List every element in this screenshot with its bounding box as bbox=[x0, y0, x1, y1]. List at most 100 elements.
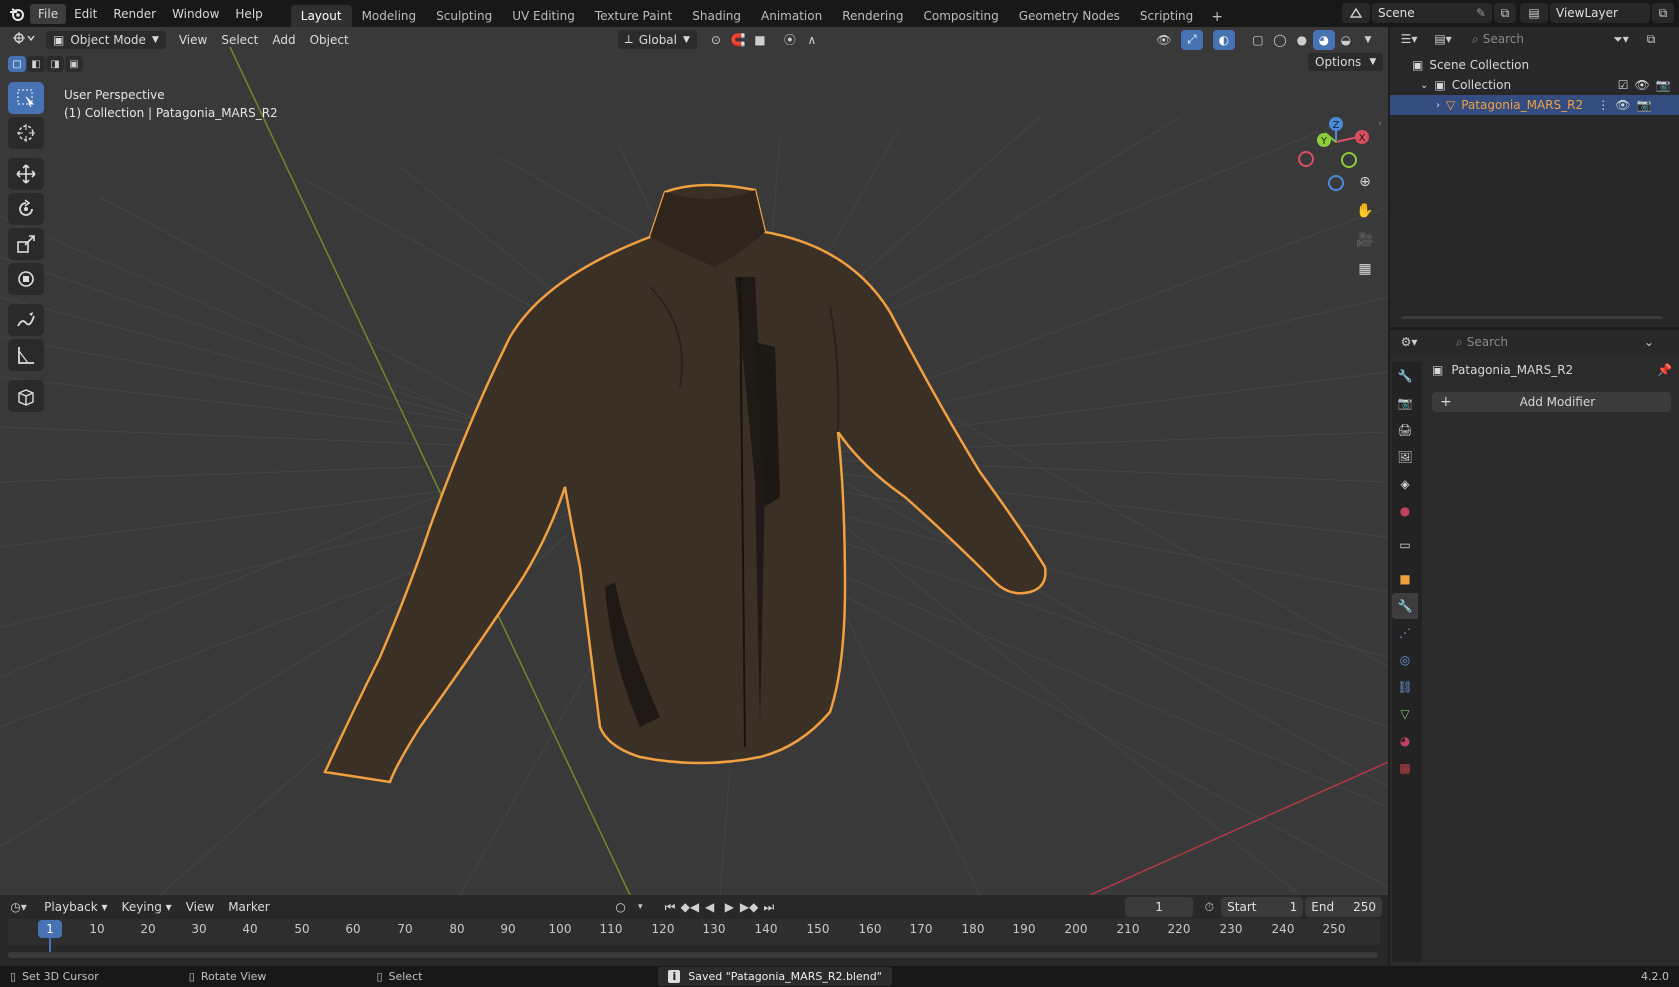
menu-view[interactable]: View bbox=[172, 31, 214, 49]
tab-sculpting[interactable]: Sculpting bbox=[426, 5, 502, 27]
outliner-search-input[interactable]: ⌕ Search bbox=[1466, 29, 1584, 49]
new-viewlayer-icon[interactable]: ⧉ bbox=[1652, 3, 1674, 23]
tab-modeling[interactable]: Modeling bbox=[352, 5, 427, 27]
xray-icon[interactable]: ▢ bbox=[1247, 30, 1269, 50]
tab-material[interactable]: ◕ bbox=[1392, 728, 1418, 754]
new-scene-icon[interactable]: ⧉ bbox=[1494, 3, 1516, 23]
display-mode-icon[interactable]: ▤▾ bbox=[1428, 29, 1458, 49]
menu-object[interactable]: Object bbox=[303, 31, 356, 49]
perspective-toggle-icon[interactable]: ▦ bbox=[1352, 256, 1378, 282]
pin-icon[interactable]: ✎ bbox=[1476, 6, 1486, 20]
select-new-icon[interactable]: ▢ bbox=[8, 56, 26, 72]
zoom-icon[interactable]: ⊕ bbox=[1352, 169, 1378, 195]
menu-file[interactable]: File bbox=[30, 3, 67, 24]
transform-tool[interactable] bbox=[8, 263, 44, 295]
outliner-scrollbar[interactable] bbox=[1402, 316, 1662, 319]
tab-scripting[interactable]: Scripting bbox=[1130, 5, 1203, 27]
menu-select[interactable]: Select bbox=[214, 31, 265, 49]
rotate-tool[interactable] bbox=[8, 193, 44, 225]
snap-icon[interactable]: 🧲 bbox=[727, 30, 749, 50]
add-workspace-button[interactable]: + bbox=[1203, 7, 1231, 27]
scene-icon[interactable] bbox=[1342, 3, 1370, 23]
gizmo-neg-x-icon[interactable] bbox=[1298, 151, 1314, 167]
tab-world[interactable]: ● bbox=[1392, 498, 1418, 524]
close-viewlayer-icon[interactable]: ✕ bbox=[1674, 3, 1679, 23]
properties-search-input[interactable]: ⌕ Search bbox=[1450, 332, 1568, 352]
tab-uv-editing[interactable]: UV Editing bbox=[502, 5, 585, 27]
gizmo-neg-z-icon[interactable] bbox=[1328, 175, 1344, 191]
tab-physics[interactable]: ◎ bbox=[1392, 647, 1418, 673]
tree-item-collection[interactable]: ⌄ ▣ Collection ☑ 👁 📷 bbox=[1390, 75, 1679, 95]
gizmo-neg-y-icon[interactable] bbox=[1341, 152, 1357, 168]
material-shading-icon[interactable]: ◕ bbox=[1312, 29, 1335, 50]
snap-target-icon[interactable]: ■ bbox=[749, 30, 771, 50]
editor-type-icon[interactable] bbox=[6, 29, 42, 50]
tab-data[interactable]: ▽ bbox=[1392, 701, 1418, 727]
new-collection-icon[interactable]: ⧉ bbox=[1640, 29, 1662, 49]
tab-layout[interactable]: Layout bbox=[290, 5, 352, 27]
viewlayer-icon[interactable]: ▤ bbox=[1520, 3, 1548, 23]
scene-name-field[interactable]: Scene ✎ bbox=[1372, 3, 1492, 23]
3d-viewport[interactable]: ▣ Object Mode ▼ View Select Add Object ⟂… bbox=[0, 27, 1388, 895]
tab-collection[interactable]: ▭ bbox=[1392, 532, 1418, 558]
select-extend-icon[interactable]: ◧ bbox=[27, 56, 45, 72]
falloff-icon[interactable]: ∧ bbox=[801, 30, 823, 50]
jacket-mesh[interactable] bbox=[323, 183, 1047, 784]
tab-shading[interactable]: Shading bbox=[682, 5, 751, 27]
add-modifier-button[interactable]: + Add Modifier bbox=[1432, 392, 1671, 412]
annotate-tool[interactable] bbox=[8, 304, 44, 336]
overlay-toggle-icon[interactable]: ◐ bbox=[1212, 29, 1235, 50]
pivot-icon[interactable]: ⊙ bbox=[705, 30, 727, 50]
chevron-down-icon[interactable]: ⌄ bbox=[1420, 80, 1428, 91]
tab-compositing[interactable]: Compositing bbox=[913, 5, 1008, 27]
solid-shading-icon[interactable]: ● bbox=[1291, 30, 1313, 50]
measure-tool[interactable] bbox=[8, 339, 44, 371]
tab-render[interactable]: 📷 bbox=[1392, 390, 1418, 416]
pin-icon[interactable]: 📌 bbox=[1657, 363, 1672, 377]
render-camera-icon[interactable]: 📷 bbox=[1656, 78, 1671, 92]
select-intersect-icon[interactable]: ▣ bbox=[65, 56, 83, 72]
gizmo-toggle-icon[interactable]: ⤢ bbox=[1180, 29, 1203, 50]
filter-icon[interactable]: ⏷▾ bbox=[1606, 29, 1636, 49]
properties-editor-type-icon[interactable]: ⚙▾ bbox=[1394, 332, 1424, 352]
scale-tool[interactable] bbox=[8, 228, 44, 260]
playhead-marker[interactable]: 1 bbox=[38, 920, 62, 938]
tree-item-scene-collection[interactable]: ▣ Scene Collection bbox=[1390, 55, 1679, 75]
rendered-shading-icon[interactable]: ◒ bbox=[1335, 30, 1357, 50]
outliner-editor-type-icon[interactable]: ☰▾ bbox=[1394, 29, 1424, 49]
tab-view-layer[interactable]: 🖼 bbox=[1392, 444, 1418, 470]
select-subtract-icon[interactable]: ◨ bbox=[46, 56, 64, 72]
tree-item-patagonia[interactable]: › ▽ Patagonia_MARS_R2 ⋮ 👁 📷 bbox=[1390, 95, 1679, 115]
tab-animation[interactable]: Animation bbox=[751, 5, 832, 27]
pan-hand-icon[interactable]: ✋ bbox=[1352, 198, 1378, 224]
timeline-scrollbar[interactable] bbox=[8, 952, 1378, 958]
select-box-tool[interactable] bbox=[8, 82, 44, 114]
tab-particles[interactable]: ⋰ bbox=[1392, 620, 1418, 646]
add-cube-tool[interactable] bbox=[8, 380, 44, 412]
tab-geometry-nodes[interactable]: Geometry Nodes bbox=[1009, 5, 1130, 27]
tab-object[interactable]: ■ bbox=[1392, 566, 1418, 592]
transform-orientation-dropdown[interactable]: ⟂ Global ▼ bbox=[617, 30, 697, 49]
exclude-checkbox[interactable]: ☑ bbox=[1618, 78, 1629, 92]
move-tool[interactable] bbox=[8, 158, 44, 190]
visibility-eye-icon[interactable]: 👁 bbox=[1635, 78, 1650, 92]
proportional-edit-icon[interactable]: ⦿ bbox=[779, 30, 801, 50]
tab-scene[interactable]: ◈ bbox=[1392, 471, 1418, 497]
shading-options-icon[interactable]: ▼ bbox=[1357, 30, 1379, 50]
menu-window[interactable]: Window bbox=[164, 4, 227, 24]
viewlayer-name-field[interactable]: ViewLayer bbox=[1550, 3, 1650, 23]
more-options-icon[interactable]: ⋮ bbox=[1597, 98, 1609, 112]
camera-view-icon[interactable]: 🎥 bbox=[1352, 227, 1378, 253]
menu-add[interactable]: Add bbox=[265, 31, 302, 49]
tab-texture[interactable]: ▩ bbox=[1392, 755, 1418, 781]
tab-texture-paint[interactable]: Texture Paint bbox=[585, 5, 682, 27]
sidebar-toggle-icon[interactable]: ‹ bbox=[1378, 119, 1382, 129]
cursor-tool[interactable] bbox=[8, 117, 44, 149]
menu-render[interactable]: Render bbox=[105, 4, 164, 24]
tab-output[interactable]: 🖨 bbox=[1392, 417, 1418, 443]
visibility-eye-icon[interactable]: 👁 bbox=[1615, 98, 1630, 112]
visibility-icon[interactable]: 👁 bbox=[1153, 30, 1175, 50]
menu-edit[interactable]: Edit bbox=[66, 4, 105, 24]
object-mode-dropdown[interactable]: ▣ Object Mode ▼ bbox=[46, 30, 166, 49]
properties-options-icon[interactable]: ⌄ bbox=[1638, 332, 1660, 352]
